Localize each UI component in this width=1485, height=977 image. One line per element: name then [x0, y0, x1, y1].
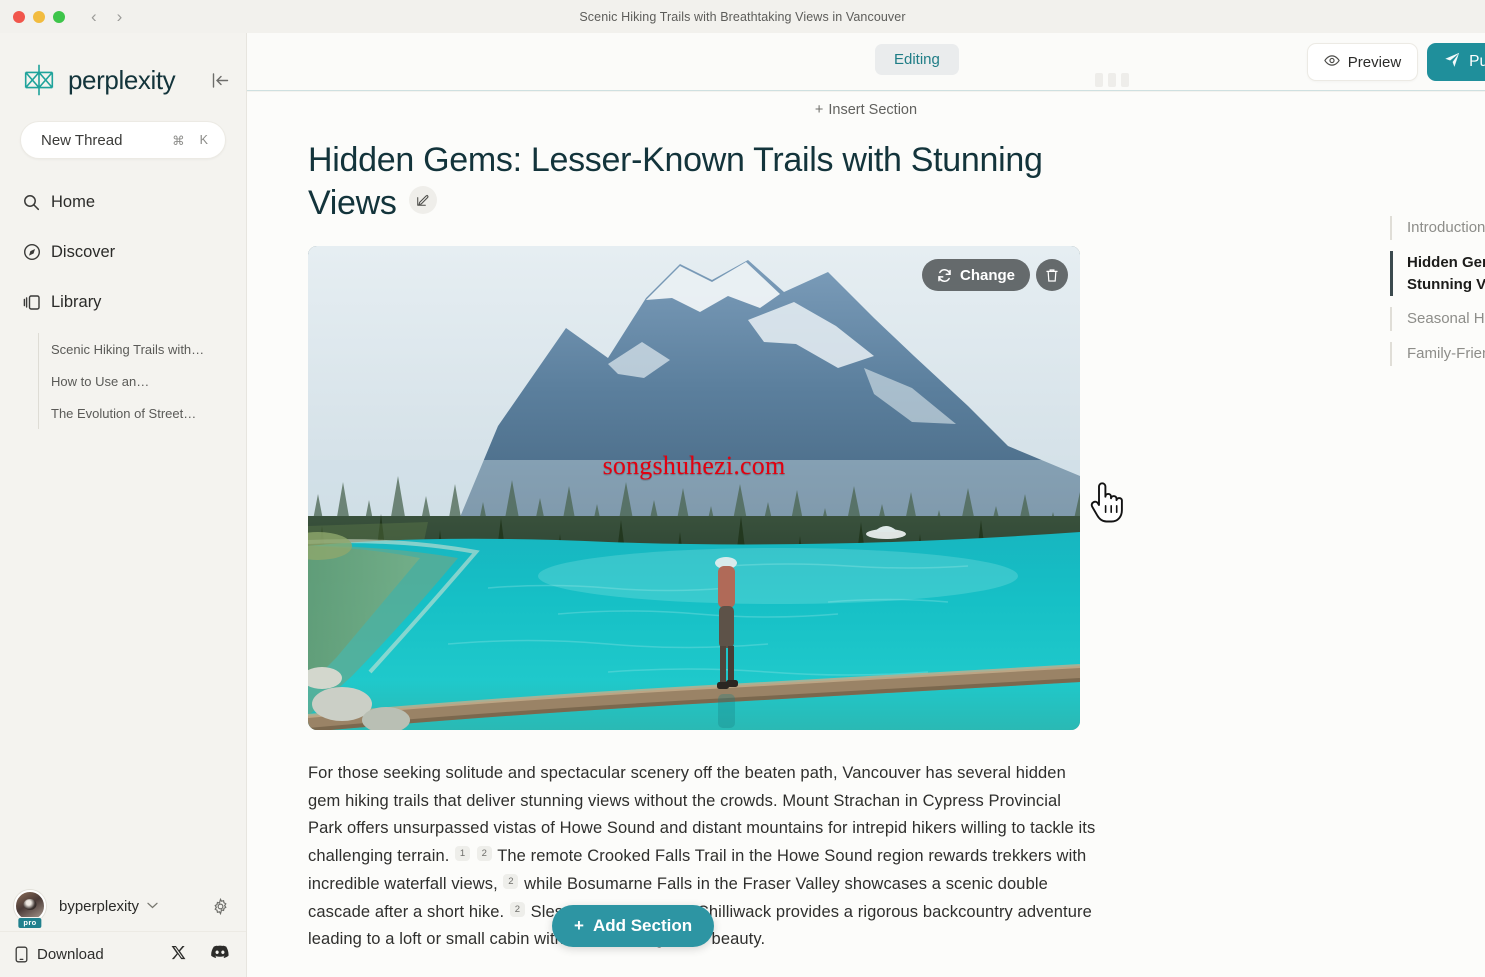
citation-badge[interactable]: 1	[455, 846, 471, 862]
brand-header: perplexity	[0, 33, 246, 101]
citation-badge[interactable]: 2	[503, 873, 519, 889]
add-section-button[interactable]: + Add Section	[552, 905, 715, 947]
outline-item-hidden-gems[interactable]: Hidden Gems: Lesser-Known Trails with St…	[1390, 250, 1485, 296]
editing-mode-badge[interactable]: Editing	[875, 44, 959, 75]
change-image-label: Change	[959, 266, 1015, 284]
sidebar-item-label: Discover	[51, 242, 116, 261]
document-editor: + Insert Section Hidden Gems: Lesser-Know…	[247, 92, 1485, 977]
trash-icon	[1045, 268, 1059, 283]
maximize-window-button[interactable]	[53, 10, 65, 23]
add-section-label: Add Section	[592, 916, 693, 935]
minimize-window-button[interactable]	[33, 10, 45, 23]
window-titlebar: ‹ › Scenic Hiking Trails with Breathtaki…	[0, 0, 1485, 33]
editor-toolbar: Editing Preview Publish	[247, 33, 1485, 91]
thread-history-list: Scenic Hiking Trails with… How to Use an…	[38, 333, 246, 429]
plus-icon: +	[814, 102, 824, 118]
send-icon	[1444, 52, 1460, 73]
new-thread-button[interactable]: New Thread ⌘ K	[20, 121, 226, 159]
discord-icon[interactable]	[211, 945, 229, 965]
avatar[interactable]: pro	[14, 890, 46, 929]
image-watermark: songshuhezi.com	[602, 451, 786, 481]
sidebar-item-home[interactable]: Home	[0, 183, 246, 221]
hero-image[interactable]: songshuhezi.com Change	[308, 246, 1080, 730]
download-link[interactable]: Download	[15, 946, 104, 963]
sidebar-footer: pro byperplexity Download	[0, 881, 246, 977]
compass-icon	[22, 243, 41, 262]
sidebar-item-label: Library	[51, 292, 102, 311]
back-button[interactable]: ‹	[91, 8, 97, 25]
x-icon[interactable]	[171, 945, 186, 965]
sidebar-item-library[interactable]: Library	[0, 283, 246, 321]
library-icon	[22, 293, 41, 312]
gear-icon[interactable]	[212, 897, 229, 915]
outline-item-seasonal-hiking[interactable]: Seasonal Hiking: Best Trails for Each Se…	[1390, 307, 1485, 331]
sidebar-footer-links: Download	[0, 931, 246, 977]
edit-pencil-icon[interactable]	[408, 186, 437, 214]
shortcut-key: K	[199, 132, 208, 147]
chevron-down-icon[interactable]	[147, 900, 158, 912]
outline-item-family-friendly[interactable]: Family-Friendly Hikes with Scenic Spots	[1390, 342, 1485, 366]
publish-button[interactable]: Publish	[1427, 43, 1485, 81]
traffic-lights	[13, 10, 65, 23]
document-body: Hidden Gems: Lesser-Known Trails with St…	[308, 139, 1098, 954]
sidebar: perplexity New Thread ⌘ K Home Discover …	[0, 33, 247, 977]
toolbar-actions: Preview Publish	[1306, 43, 1485, 81]
refresh-icon	[937, 268, 952, 283]
list-item[interactable]: The Evolution of Street…	[51, 397, 246, 429]
close-window-button[interactable]	[13, 10, 25, 23]
citation-badge[interactable]: 2	[476, 846, 492, 862]
sidebar-item-label: Home	[51, 192, 96, 211]
document-outline: Introduction Hidden Gems: Lesser-Known T…	[1390, 216, 1485, 378]
preview-label: Preview	[1347, 53, 1402, 71]
insert-section-button[interactable]: + Insert Section	[247, 102, 1485, 118]
download-label: Download	[37, 946, 104, 963]
forward-button[interactable]: ›	[117, 8, 123, 25]
pro-badge: pro	[17, 916, 43, 929]
plus-icon: +	[574, 916, 584, 935]
preview-button[interactable]: Preview	[1306, 43, 1419, 81]
toolbar-placeholder-decor	[1095, 73, 1129, 87]
outline-item-introduction[interactable]: Introduction	[1390, 216, 1485, 240]
citation-badge[interactable]: 2	[509, 901, 525, 917]
new-thread-shortcut: ⌘ K	[172, 133, 208, 148]
eye-icon	[1324, 54, 1340, 71]
window-title: Scenic Hiking Trails with Breathtaking V…	[579, 9, 906, 24]
change-image-button[interactable]: Change	[921, 259, 1030, 291]
brand-name: perplexity	[68, 64, 176, 95]
account-row[interactable]: pro byperplexity	[0, 881, 246, 931]
hero-image-actions: Change	[921, 259, 1068, 291]
new-thread-label: New Thread	[41, 131, 123, 149]
page-title-row: Hidden Gems: Lesser-Known Trails with St…	[308, 139, 1098, 224]
social-links	[171, 945, 229, 965]
sidebar-nav: Home Discover Library Scenic Hiking Trai…	[0, 183, 246, 429]
phone-icon	[15, 946, 28, 963]
delete-image-button[interactable]	[1036, 259, 1068, 291]
shortcut-modifier: ⌘	[172, 133, 185, 148]
list-item[interactable]: Scenic Hiking Trails with…	[51, 333, 246, 365]
browser-nav-arrows: ‹ ›	[91, 8, 122, 25]
collapse-sidebar-icon[interactable]	[212, 72, 229, 88]
account-name: byperplexity	[59, 897, 140, 915]
search-icon	[22, 193, 41, 212]
perplexity-logo-icon	[20, 61, 58, 99]
insert-section-label: Insert Section	[828, 102, 918, 118]
sidebar-item-discover[interactable]: Discover	[0, 233, 246, 271]
app-window: ‹ › Scenic Hiking Trails with Breathtaki…	[0, 0, 1485, 977]
hero-image-artwork	[308, 246, 1080, 730]
publish-label: Publish	[1469, 53, 1485, 70]
list-item[interactable]: How to Use an…	[51, 365, 246, 397]
